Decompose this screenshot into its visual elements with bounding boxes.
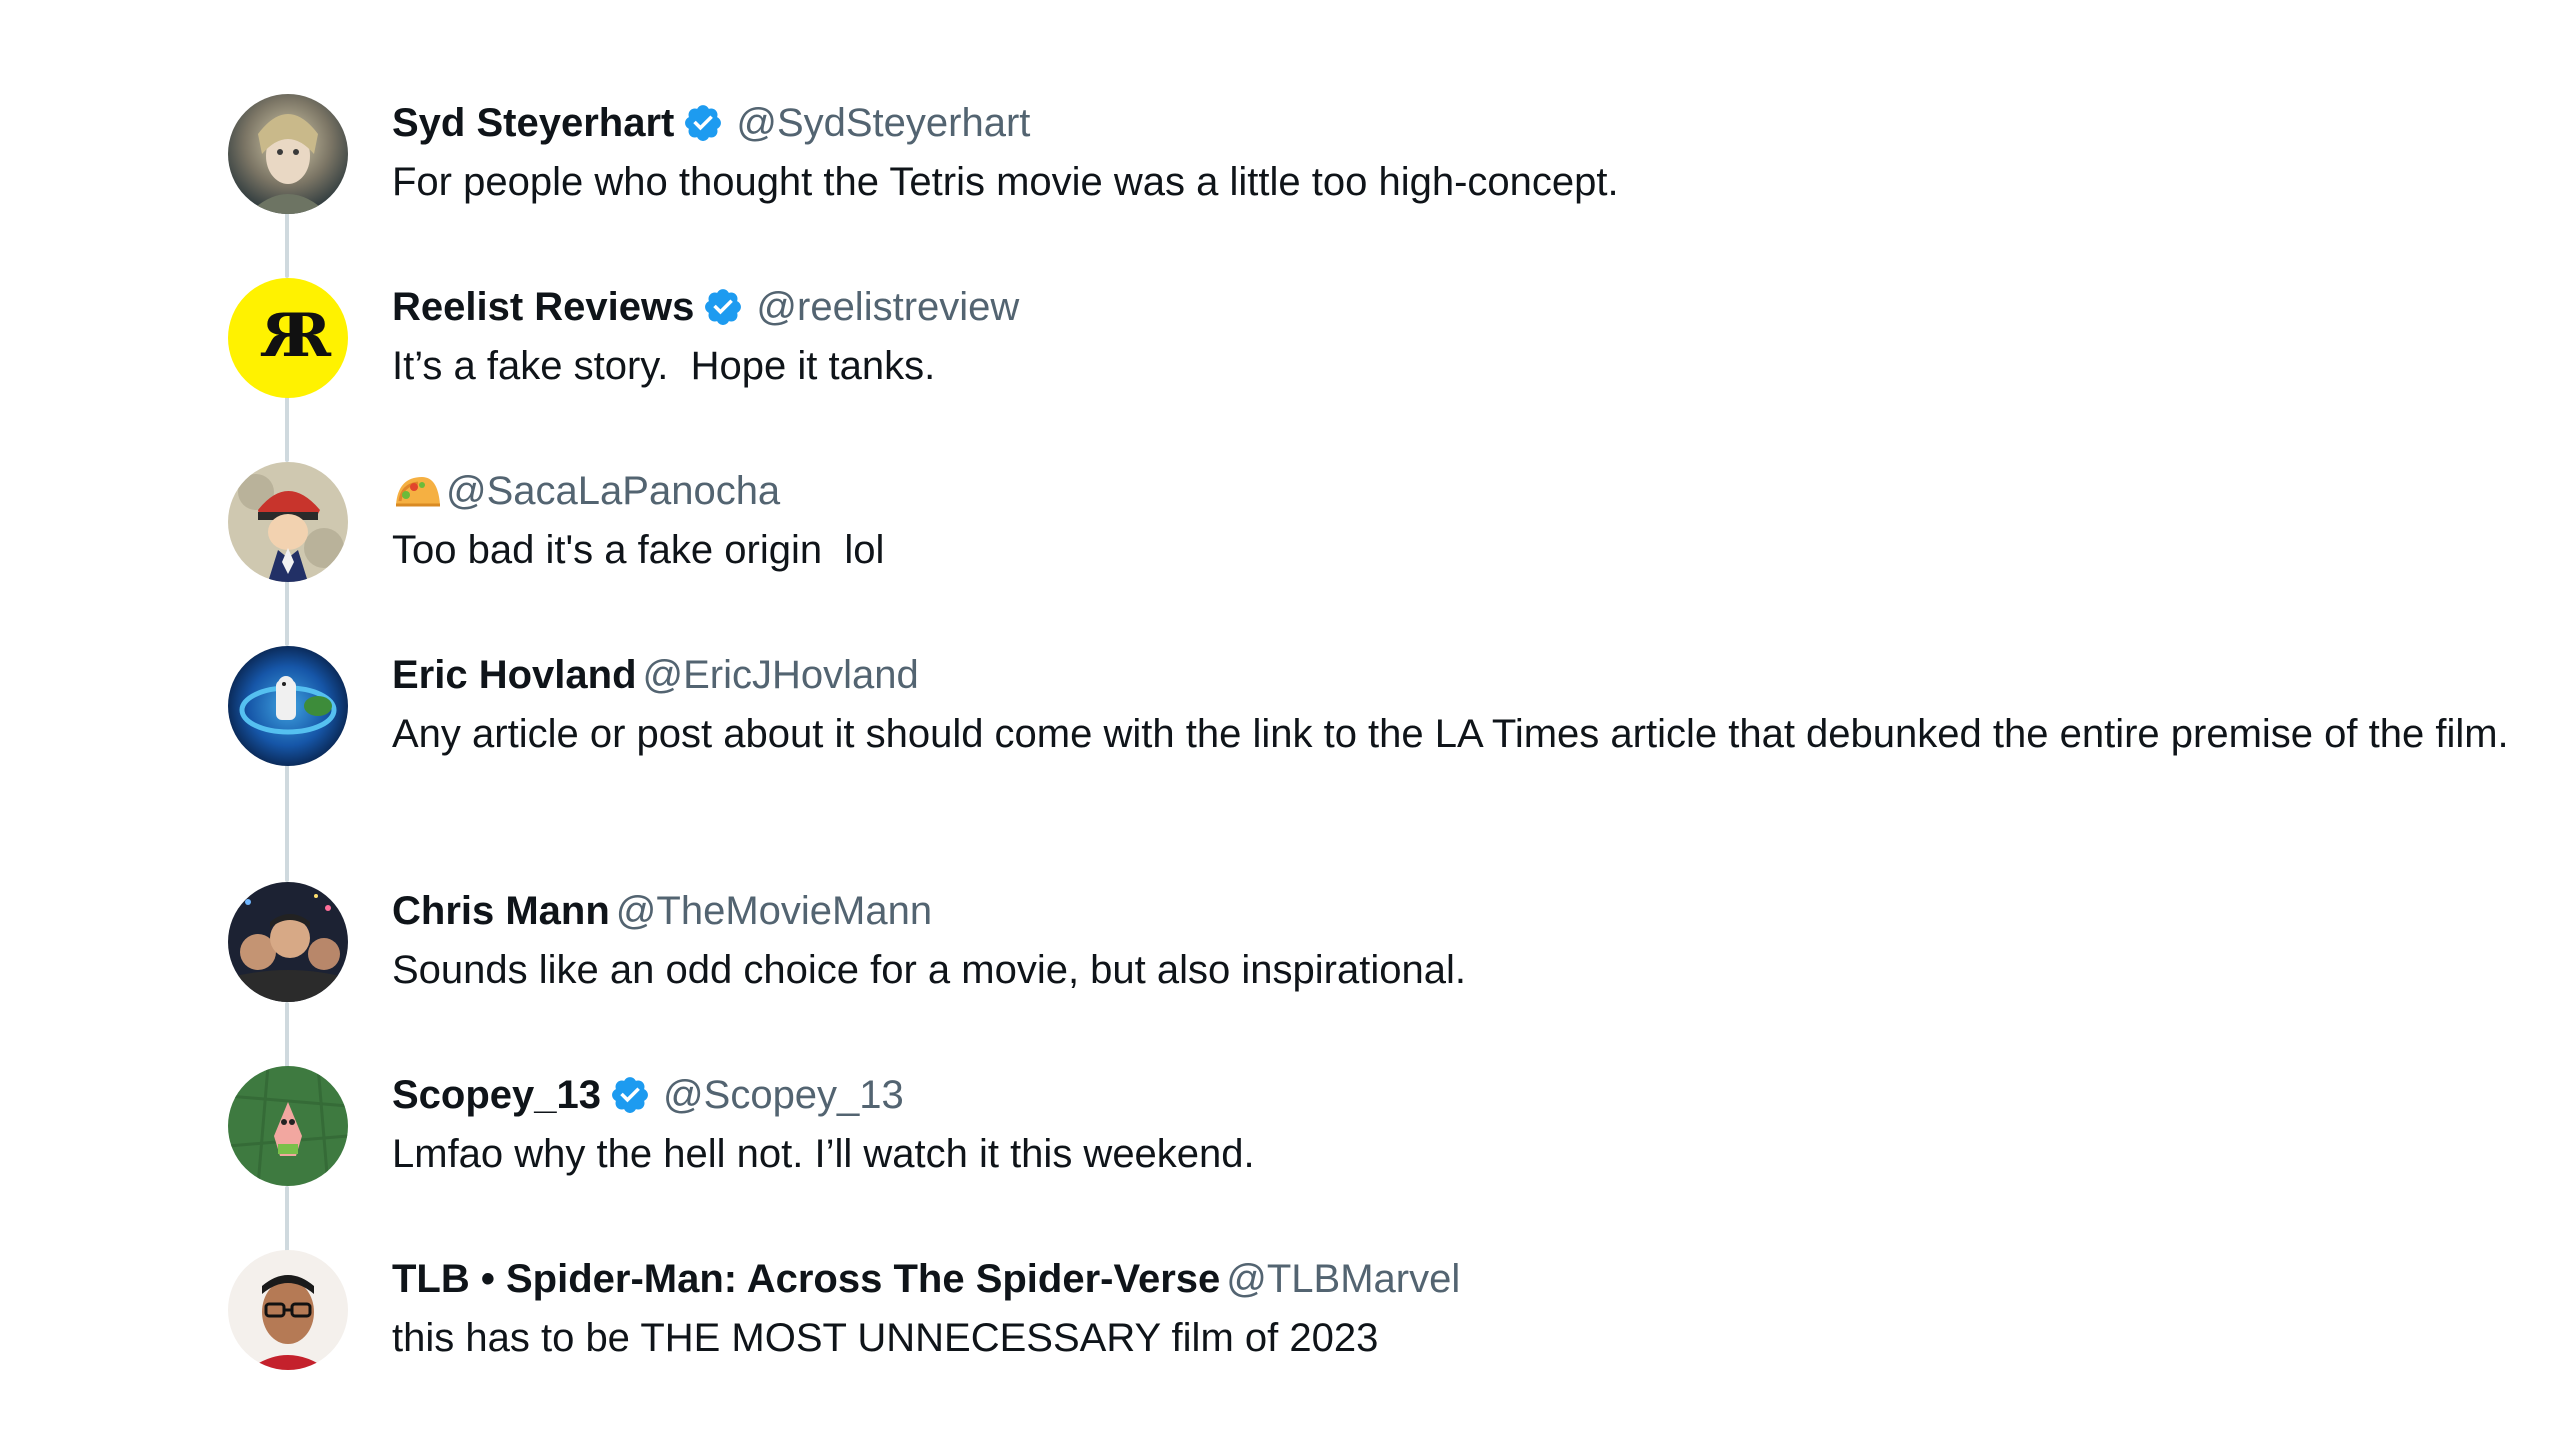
reply-text: It’s a fake story. Hope it tanks. <box>392 344 936 388</box>
reply-text: For people who thought the Tetris movie … <box>392 160 1619 204</box>
svg-text:R: R <box>281 301 332 371</box>
avatar[interactable]: R R <box>228 278 348 398</box>
reply-text: Sounds like an odd choice for a movie, b… <box>392 948 1466 992</box>
thread-connector <box>285 212 289 278</box>
reply-text: Lmfao why the hell not. I’ll watch it th… <box>392 1132 1255 1176</box>
thread-connector <box>285 1002 289 1068</box>
taco-icon <box>396 477 440 507</box>
avatar[interactable] <box>228 882 348 1002</box>
user-handle[interactable]: @Scopey_13 <box>663 1073 904 1118</box>
avatar[interactable] <box>228 1066 348 1186</box>
avatar[interactable] <box>228 1250 348 1370</box>
user-handle[interactable]: @TLBMarvel <box>1226 1257 1460 1302</box>
reply-text: Any article or post about it should come… <box>392 712 2509 756</box>
reply-text: this has to be THE MOST UNNECESSARY film… <box>392 1316 1379 1360</box>
display-name[interactable]: Syd Steyerhart <box>392 101 674 146</box>
user-handle[interactable]: @SydSteyerhart <box>736 101 1030 146</box>
verified-badge-icon <box>705 289 742 325</box>
reply-text: Too bad it's a fake origin lol <box>392 528 885 572</box>
thread-connector <box>285 580 289 646</box>
display-name[interactable]: Eric Hovland <box>392 653 637 698</box>
user-handle[interactable]: @reelistreview <box>756 285 1019 330</box>
verified-badge-icon <box>685 105 722 141</box>
avatar[interactable] <box>228 646 348 766</box>
avatar[interactable] <box>228 462 348 582</box>
display-name[interactable]: Reelist Reviews <box>392 285 694 330</box>
verified-badge-icon <box>612 1077 648 1113</box>
thread-connector <box>285 764 289 882</box>
display-name[interactable]: Chris Mann <box>392 889 610 934</box>
display-name[interactable]: TLB • Spider-Man: Across The Spider-Vers… <box>392 1257 1220 1302</box>
thread-connector <box>285 396 289 462</box>
avatar[interactable] <box>228 94 348 214</box>
thread-connector <box>285 1186 289 1252</box>
display-name[interactable]: Scopey_13 <box>392 1073 601 1118</box>
user-handle[interactable]: @TheMovieMann <box>616 889 932 934</box>
user-handle[interactable]: @SacaLaPanocha <box>446 469 780 514</box>
user-handle[interactable]: @EricJHovland <box>643 653 919 698</box>
reply-thread: Syd Steyerhart @SydSteyerhart For people… <box>0 0 2560 1440</box>
